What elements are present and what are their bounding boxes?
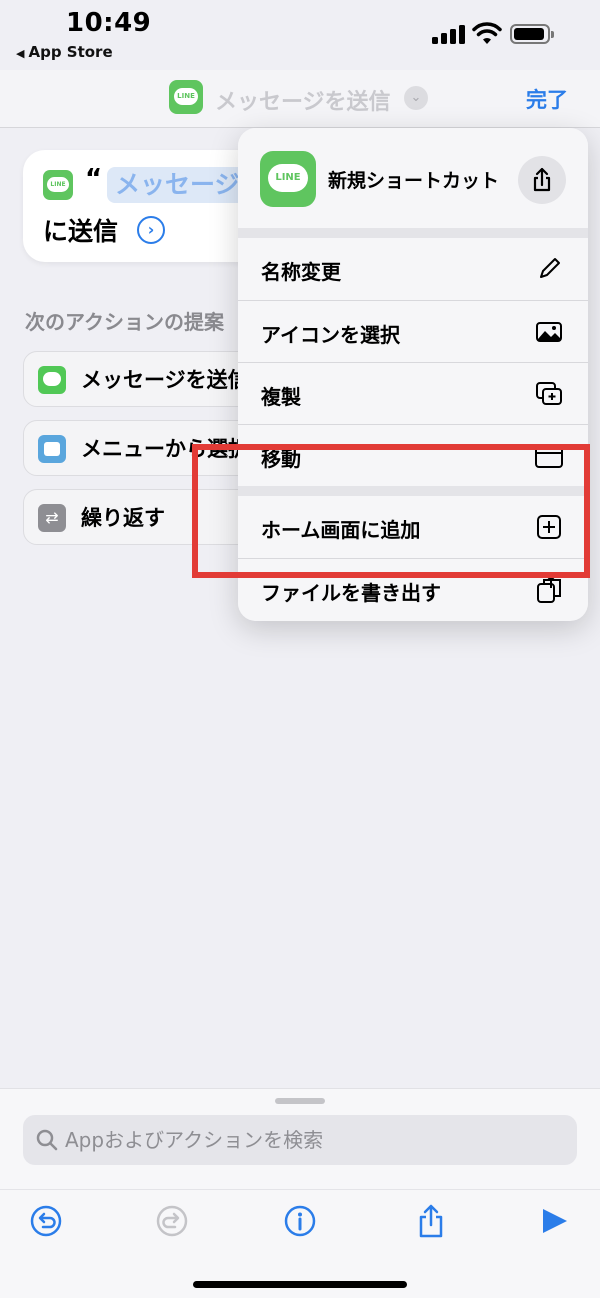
pencil-icon <box>540 258 560 278</box>
actions-panel <box>0 1088 600 1298</box>
line-app-icon: LINE <box>43 170 73 200</box>
info-icon[interactable] <box>282 1203 318 1239</box>
plus-square-icon <box>537 515 561 539</box>
menu-item-label: 複製 <box>261 385 301 409</box>
menu-item-duplicate[interactable]: 複製 <box>238 362 588 424</box>
cellular-signal-icon <box>432 24 466 44</box>
messages-app-icon <box>38 366 66 394</box>
menu-icon <box>38 435 66 463</box>
line-app-icon: LINE <box>260 151 316 207</box>
menu-item-label: ファイルを書き出す <box>261 581 441 605</box>
menu-item-add-to-home-screen[interactable]: ホーム画面に追加 <box>238 496 588 558</box>
back-triangle-icon: ◀ <box>16 47 25 60</box>
menu-item-label: アイコンを選択 <box>261 323 400 347</box>
message-variable-token[interactable]: メッセージ <box>107 167 248 203</box>
menu-header: LINE 新規ショートカット <box>238 128 588 228</box>
share-icon <box>533 167 551 192</box>
done-button[interactable]: 完了 <box>526 84 568 114</box>
menu-item-export-file[interactable]: ファイルを書き出す <box>238 558 588 620</box>
shortcut-title[interactable]: メッセージを送信 <box>215 84 391 116</box>
menu-item-rename[interactable]: 名称変更 <box>238 238 588 300</box>
sheet-grabber[interactable] <box>275 1098 325 1104</box>
redo-icon[interactable] <box>154 1203 190 1239</box>
quote-mark: “ <box>85 164 103 194</box>
menu-title: 新規ショートカット <box>328 170 500 192</box>
status-bar: 10:49 ◀ App Store <box>0 0 600 70</box>
menu-item-label: ホーム画面に追加 <box>261 518 421 542</box>
folder-icon <box>535 446 563 468</box>
battery-icon <box>510 24 554 44</box>
menu-item-label: 名称変更 <box>261 260 341 284</box>
shortcut-options-menu: LINE 新規ショートカット 名称変更 アイコンを選択 複製 移動 ホーム画面に… <box>238 128 588 621</box>
back-app-label: App Store <box>28 43 113 61</box>
play-icon[interactable] <box>536 1203 572 1239</box>
undo-icon[interactable] <box>28 1203 64 1239</box>
search-icon <box>36 1129 58 1151</box>
menu-item-choose-icon[interactable]: アイコンを選択 <box>238 300 588 362</box>
menu-item-label: 移動 <box>261 447 301 471</box>
export-icon <box>537 575 561 603</box>
search-input[interactable] <box>65 1123 565 1157</box>
photo-icon <box>536 322 562 342</box>
menu-item-move[interactable]: 移動 <box>238 424 588 486</box>
wifi-icon <box>472 22 502 44</box>
chevron-right-circle-icon[interactable]: › <box>137 216 165 244</box>
repeat-icon: ⇄ <box>38 504 66 532</box>
share-icon[interactable] <box>413 1203 449 1239</box>
nav-bar: LINE メッセージを送信 ⌄ 完了 <box>0 70 600 128</box>
suggestion-label: メニューから選択 <box>81 437 249 461</box>
duplicate-icon <box>536 382 562 405</box>
share-button[interactable] <box>518 156 566 204</box>
line-app-icon: LINE <box>169 80 203 114</box>
suggestions-header: 次のアクションの提案 <box>25 310 224 334</box>
suggestion-label: メッセージを送信 <box>81 368 249 392</box>
status-time: 10:49 <box>66 8 152 38</box>
search-field[interactable] <box>23 1115 577 1165</box>
suggestion-label: 繰り返す <box>81 506 165 530</box>
back-to-app-link[interactable]: ◀ App Store <box>16 43 113 61</box>
send-to-label: に送信 <box>43 217 119 246</box>
chevron-down-icon[interactable]: ⌄ <box>404 86 428 110</box>
home-indicator <box>193 1281 407 1288</box>
